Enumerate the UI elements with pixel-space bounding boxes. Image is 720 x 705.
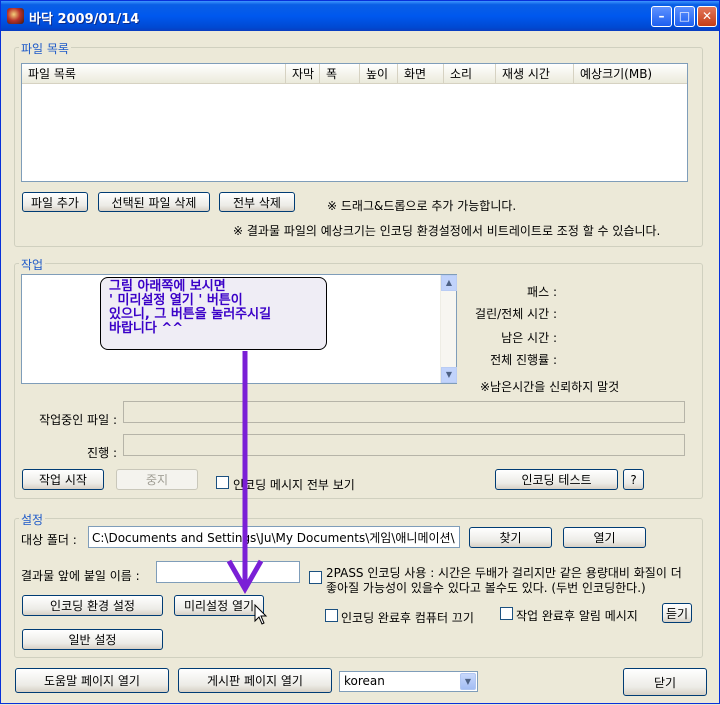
start-work-button[interactable]: 작업 시작	[22, 469, 104, 490]
elapsed-time-label: 걸린/전체 시간 :	[475, 307, 557, 321]
title-bar[interactable]: 바닥 2009/01/14 – □ ✕	[1, 1, 719, 31]
chevron-down-icon[interactable]: ▼	[460, 673, 476, 690]
column-header-video[interactable]: 화면	[398, 64, 444, 84]
delete-all-button[interactable]: 전부 삭제	[219, 192, 295, 212]
callout-line: 바랍니다 ^^	[109, 321, 184, 336]
callout-line: 그림 아래쪽에 보시면	[109, 279, 226, 294]
help-button[interactable]: ?	[623, 469, 644, 490]
app-window: 바닥 2009/01/14 – □ ✕ 파일 목록 파일 목록 자막 폭 높이 …	[0, 0, 720, 704]
notify-checkbox[interactable]	[500, 607, 513, 620]
log-scrollbar[interactable]: ▲ ▼	[440, 275, 457, 383]
shutdown-checkbox[interactable]	[325, 609, 338, 622]
callout-line: ' 미리설정 열기 ' 버튼이	[109, 293, 243, 308]
annotation-callout: 그림 아래쪽에 보시면 ' 미리설정 열기 ' 버튼이 있으니, 그 버튼을 눌…	[100, 277, 327, 350]
close-window-button[interactable]: ✕	[697, 6, 717, 27]
total-progress-label: 전체 진행률 :	[490, 353, 557, 367]
drag-drop-note: ※ 드래그&드롭으로 추가 가능합니다.	[327, 199, 517, 213]
twopass-text-line2: 좋아질 가능성이 있을수 있다고 볼수도 있다. (두번 인코딩한다.)	[326, 581, 646, 595]
shutdown-label: 인코딩 완료후 컴퓨터 끄기	[341, 611, 474, 625]
stop-button[interactable]: 중지	[116, 469, 198, 490]
help-page-button[interactable]: 도움말 페이지 열기	[15, 668, 169, 693]
file-list-group-label: 파일 목록	[19, 40, 71, 57]
current-file-field	[123, 401, 685, 423]
settings-group-label: 설정	[19, 511, 46, 528]
callout-line: 있으니, 그 버튼을 눌러주시길	[109, 307, 272, 322]
add-file-button[interactable]: 파일 추가	[22, 192, 88, 212]
target-folder-field[interactable]: C:\Documents and Settings\Ju\My Document…	[88, 526, 460, 548]
prefix-label: 결과물 앞에 붙일 이름 :	[21, 569, 140, 583]
file-list-view[interactable]: 파일 목록 자막 폭 높이 화면 소리 재생 시간 예상크기(MB)	[21, 63, 688, 182]
show-all-messages-label: 인코딩 메시지 전부 보기	[233, 478, 355, 492]
general-settings-button[interactable]: 일반 설정	[22, 629, 163, 650]
size-note: ※ 결과물 파일의 예상크기는 인코딩 환경설정에서 비트레이트로 조정 할 수…	[233, 224, 661, 238]
show-all-messages-checkbox[interactable]	[216, 476, 229, 489]
progress-status-field	[123, 434, 685, 456]
column-header-file[interactable]: 파일 목록	[22, 64, 286, 84]
target-folder-label: 대상 폴더 :	[21, 533, 77, 547]
browse-button[interactable]: 찾기	[469, 527, 552, 548]
board-page-button[interactable]: 게시판 페이지 열기	[178, 668, 332, 693]
maximize-button[interactable]: □	[674, 6, 695, 27]
mouse-cursor-icon	[254, 604, 268, 625]
column-header-duration[interactable]: 재생 시간	[496, 64, 574, 84]
notify-label: 작업 완료후 알림 메시지	[516, 609, 638, 623]
current-file-label: 작업중인 파일 :	[39, 413, 117, 427]
work-group-label: 작업	[19, 256, 46, 273]
language-select[interactable]: korean ▼	[339, 671, 478, 692]
column-header-width[interactable]: 폭	[320, 64, 360, 84]
app-icon[interactable]	[7, 8, 24, 24]
close-button[interactable]: 닫기	[623, 668, 707, 696]
column-header-est-size[interactable]: 예상크기(MB)	[574, 64, 689, 84]
scroll-up-icon[interactable]: ▲	[441, 275, 457, 291]
progress-status-label: 진행 :	[87, 446, 117, 460]
language-value: korean	[344, 674, 385, 688]
remaining-time-label: 남은 시간 :	[501, 331, 557, 345]
preset-open-button[interactable]: 미리설정 열기	[174, 595, 264, 616]
twopass-checkbox[interactable]	[309, 571, 322, 584]
column-header-subtitle[interactable]: 자막	[286, 64, 320, 84]
window-title: 바닥 2009/01/14	[29, 12, 140, 27]
minimize-button[interactable]: –	[651, 6, 672, 27]
encoding-test-button[interactable]: 인코딩 테스트	[495, 469, 618, 490]
listen-button[interactable]: 듣기	[662, 603, 692, 623]
column-header-height[interactable]: 높이	[360, 64, 398, 84]
file-list-header: 파일 목록 자막 폭 높이 화면 소리 재생 시간 예상크기(MB)	[22, 64, 687, 84]
close-icon: ✕	[701, 9, 713, 23]
remaining-time-note: ※남은시간을 신뢰하지 말것	[480, 380, 620, 394]
encoding-settings-button[interactable]: 인코딩 환경 설정	[22, 595, 163, 616]
minimize-icon: –	[658, 9, 665, 23]
column-header-audio[interactable]: 소리	[444, 64, 496, 84]
path-label: 패스 :	[527, 285, 557, 299]
scroll-down-icon[interactable]: ▼	[441, 367, 457, 383]
open-folder-button[interactable]: 열기	[563, 527, 646, 548]
maximize-icon: □	[678, 9, 691, 23]
prefix-field[interactable]	[156, 561, 300, 583]
delete-selected-button[interactable]: 선택된 파일 삭제	[98, 192, 210, 212]
